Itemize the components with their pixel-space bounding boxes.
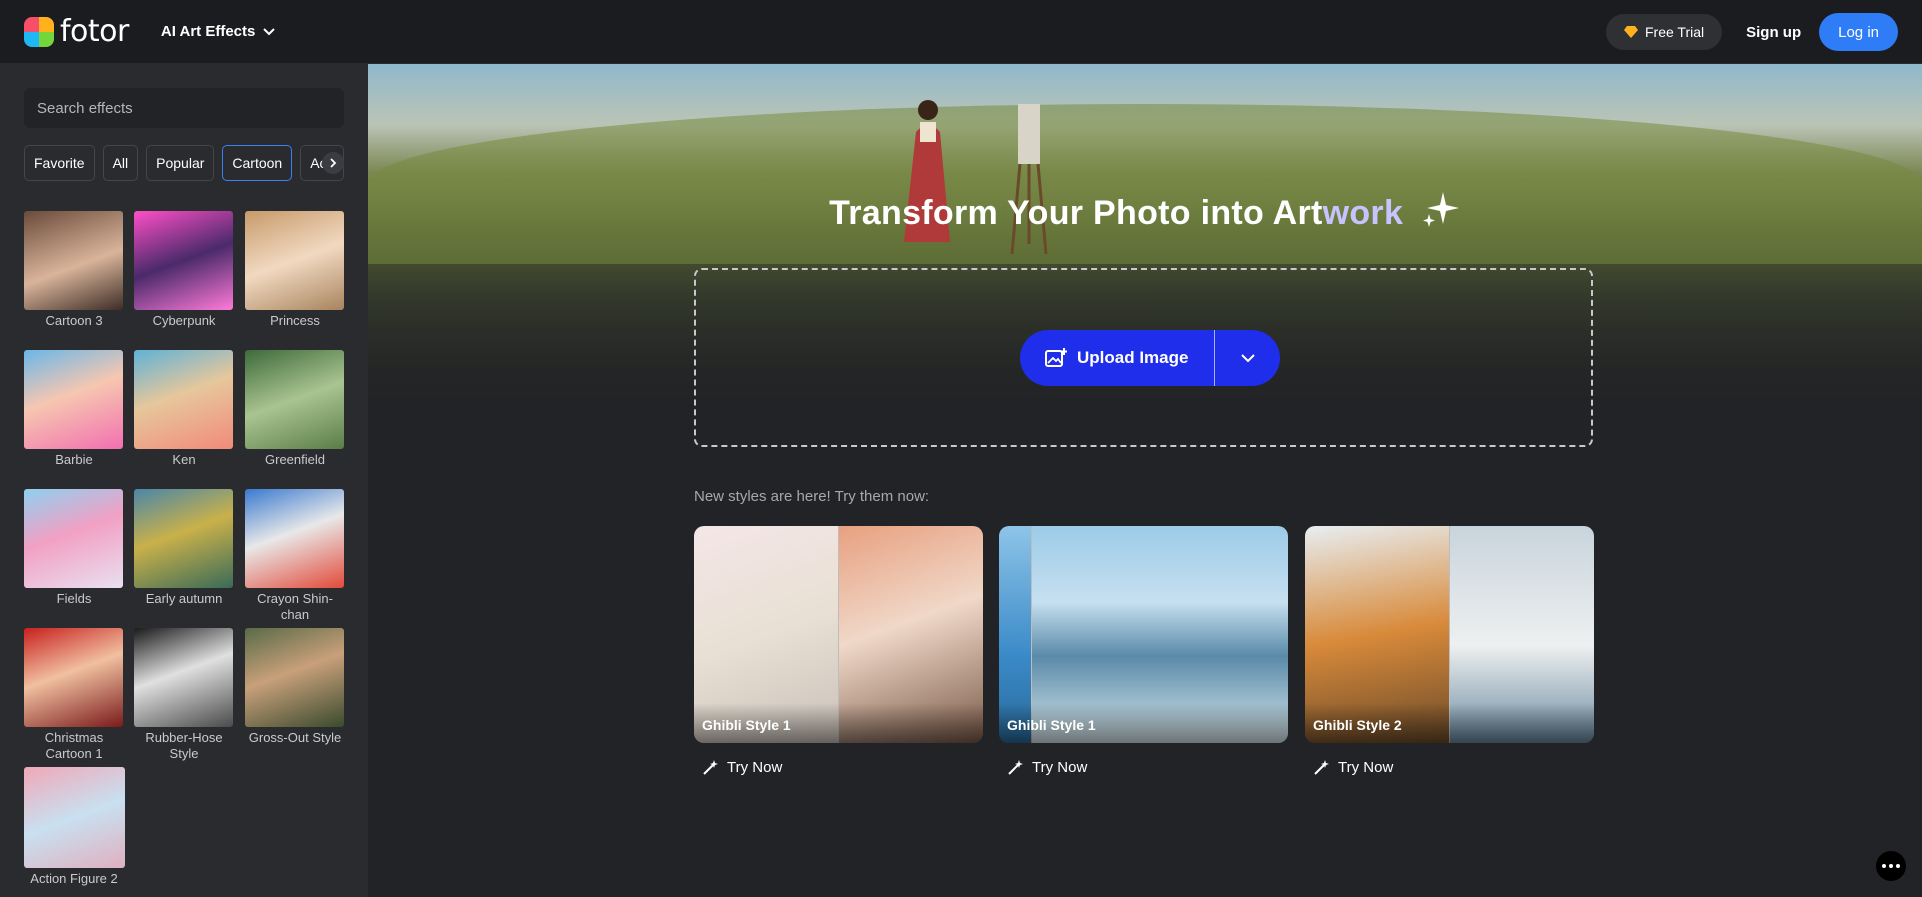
chip-popular[interactable]: Popular (146, 145, 215, 181)
magic-wand-icon (1008, 760, 1023, 775)
effect-thumbnail (134, 628, 233, 727)
effect-thumbnail (24, 628, 123, 727)
main-content: Transform Your Photo into Artwork Upload… (368, 64, 1922, 897)
effect-thumbnail (134, 211, 233, 310)
upload-label: Upload Image (1077, 348, 1189, 367)
hero-title: Transform Your Photo into Artwork (368, 190, 1922, 233)
new-styles-intro: New styles are here! Try them now: (694, 488, 930, 505)
try-now-label: Try Now (727, 759, 783, 776)
effect-label: Christmas Cartoon 1 (44, 730, 104, 761)
style-name: Ghibli Style 1 (1007, 717, 1096, 733)
effect-thumbnail (134, 350, 233, 449)
effect-label: Ken (172, 452, 196, 467)
effect-label: Princess (270, 313, 320, 328)
effect-thumbnail (245, 489, 344, 588)
effect-thumbnail (24, 767, 125, 868)
top-bar: fotor AI Art Effects Free Trial Sign up … (0, 0, 1922, 64)
try-now-button[interactable]: Try Now (1007, 759, 1288, 776)
effect-princess[interactable]: Princess (245, 211, 345, 329)
effect-greenfield[interactable]: Greenfield (245, 350, 345, 468)
login-button[interactable]: Log in (1819, 13, 1898, 51)
chip-cartoon[interactable]: Cartoon (222, 145, 293, 181)
try-now-label: Try Now (1338, 759, 1394, 776)
signup-link[interactable]: Sign up (1746, 24, 1801, 41)
effect-action-figure-2[interactable]: Action Figure 2 (24, 767, 125, 887)
logo-icon (24, 16, 54, 47)
effect-christmas-cartoon-1[interactable]: Christmas Cartoon 1 (24, 628, 124, 762)
style-preview: Ghibli Style 1 (694, 526, 983, 743)
effect-early-autumn[interactable]: Early autumn (134, 489, 234, 607)
style-name: Ghibli Style 1 (702, 717, 791, 733)
sparkle-icon (1422, 192, 1459, 227)
upload-dropzone[interactable]: Upload Image (694, 268, 1593, 447)
chevron-right-icon[interactable] (322, 152, 344, 174)
add-image-icon (1045, 348, 1067, 367)
style-card-ghibli-1[interactable]: Ghibli Style 1 Try Now (694, 526, 983, 776)
upload-image-button[interactable]: Upload Image (1020, 330, 1280, 386)
effect-label: Early autumn (145, 591, 223, 606)
effect-thumbnail (134, 489, 233, 588)
chip-all[interactable]: All (102, 145, 139, 181)
search-input[interactable]: Search effects (24, 88, 344, 128)
style-preview: Ghibli Style 1 (999, 526, 1288, 743)
try-now-button[interactable]: Try Now (702, 759, 983, 776)
effect-gross-out-style[interactable]: Gross-Out Style (245, 628, 345, 746)
category-chips: Favorite All Popular Cartoon Acti (24, 145, 344, 181)
effect-label: Rubber-Hose Style (145, 730, 223, 761)
effect-ken[interactable]: Ken (134, 350, 234, 468)
try-now-label: Try Now (1032, 759, 1088, 776)
effect-cartoon-3[interactable]: Cartoon 3 (24, 211, 124, 329)
effect-label: Cartoon 3 (45, 313, 103, 328)
effect-label: Fields (56, 591, 92, 606)
effect-label: Cyberpunk (152, 313, 216, 328)
title-highlight: work (1322, 194, 1404, 232)
chevron-down-icon (1240, 353, 1255, 362)
hero-hill (368, 104, 1922, 264)
title-text: Transform Your Photo into Art (829, 194, 1323, 232)
fotor-logo[interactable]: fotor (24, 14, 129, 49)
diamond-icon (1624, 26, 1638, 38)
more-options-icon[interactable] (1876, 851, 1906, 881)
magic-wand-icon (1314, 760, 1329, 775)
effect-thumbnail (24, 350, 123, 449)
menu-label: AI Art Effects (160, 23, 256, 40)
effect-label: Greenfield (265, 452, 325, 467)
effect-label: Barbie (55, 452, 93, 467)
chip-favorite[interactable]: Favorite (24, 145, 95, 181)
try-now-button[interactable]: Try Now (1313, 759, 1594, 776)
effect-label: Crayon Shin-chan (257, 591, 333, 622)
free-trial-label: Free Trial (1645, 24, 1705, 40)
upload-options-dropdown[interactable] (1215, 353, 1280, 363)
free-trial-button[interactable]: Free Trial (1606, 14, 1723, 50)
upload-main-action[interactable]: Upload Image (1020, 330, 1215, 386)
effect-cyberpunk[interactable]: Cyberpunk (134, 211, 234, 329)
effect-crayon-shin-chan[interactable]: Crayon Shin-chan (245, 489, 345, 623)
effect-label: Action Figure 2 (30, 871, 118, 886)
style-name: Ghibli Style 2 (1313, 717, 1402, 733)
style-card-ghibli-2[interactable]: Ghibli Style 2 Try Now (1305, 526, 1594, 776)
effect-thumbnail (245, 350, 344, 449)
effect-thumbnail (245, 211, 344, 310)
ai-art-effects-menu[interactable]: AI Art Effects (160, 23, 276, 40)
chevron-down-icon (263, 27, 276, 35)
effects-sidebar: Search effects Favorite All Popular Cart… (0, 64, 368, 897)
style-preview: Ghibli Style 2 (1305, 526, 1594, 743)
effect-barbie[interactable]: Barbie (24, 350, 124, 468)
effect-thumbnail (24, 211, 123, 310)
effect-thumbnail (245, 628, 344, 727)
effect-label: Gross-Out Style (248, 730, 342, 745)
magic-wand-icon (703, 760, 718, 775)
effect-rubber-hose-style[interactable]: Rubber-Hose Style (134, 628, 234, 762)
brand-name: fotor (60, 14, 129, 49)
effect-thumbnail (24, 489, 123, 588)
style-card-ghibli-1-beach[interactable]: Ghibli Style 1 Try Now (999, 526, 1288, 776)
effect-fields[interactable]: Fields (24, 489, 124, 607)
